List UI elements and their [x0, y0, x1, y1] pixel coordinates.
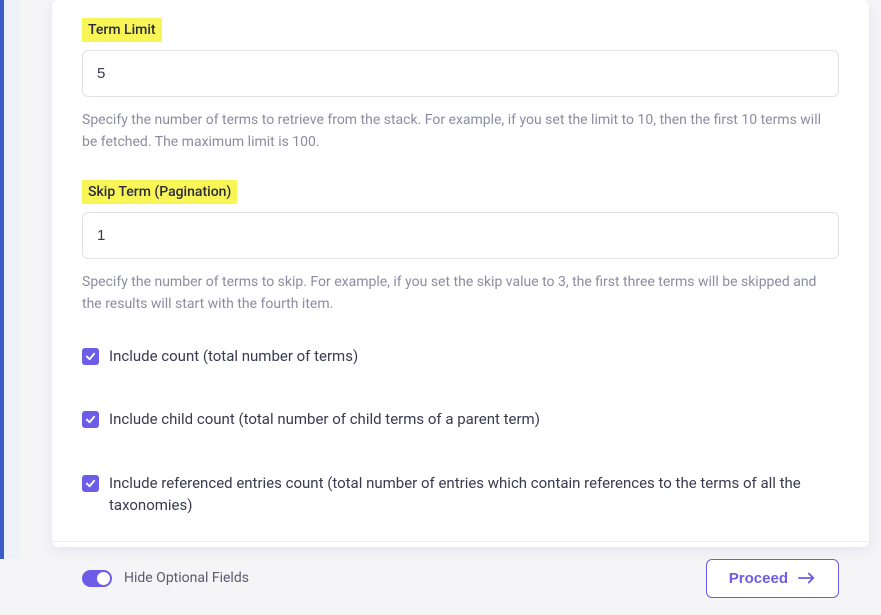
- include-ref-count-checkbox[interactable]: [82, 475, 99, 492]
- footer-bar: Hide Optional Fields Proceed: [52, 541, 869, 615]
- toggle-knob: [97, 572, 110, 585]
- toggle-optional-fields[interactable]: Hide Optional Fields: [82, 570, 249, 587]
- include-count-label: Include count (total number of terms): [109, 346, 358, 368]
- include-count-checkbox[interactable]: [82, 348, 99, 365]
- optional-fields-toggle[interactable]: [82, 570, 112, 587]
- include-child-count-row[interactable]: Include child count (total number of chi…: [82, 409, 839, 431]
- term-limit-label: Term Limit: [82, 18, 162, 42]
- term-limit-input[interactable]: [82, 50, 839, 97]
- include-child-count-label: Include child count (total number of chi…: [109, 409, 540, 431]
- form-area: Term Limit Specify the number of terms t…: [82, 10, 839, 541]
- proceed-button-label: Proceed: [729, 570, 788, 587]
- left-accent-bar: [0, 0, 20, 559]
- skip-term-input[interactable]: [82, 212, 839, 259]
- include-ref-count-label: Include referenced entries count (total …: [109, 473, 839, 517]
- skip-term-label: Skip Term (Pagination): [82, 180, 237, 204]
- skip-term-field: Skip Term (Pagination) Specify the numbe…: [82, 180, 839, 316]
- checkmark-icon: [85, 351, 96, 362]
- proceed-button[interactable]: Proceed: [706, 559, 839, 598]
- include-child-count-checkbox[interactable]: [82, 411, 99, 428]
- checkmark-icon: [85, 478, 96, 489]
- include-ref-count-row[interactable]: Include referenced entries count (total …: [82, 473, 839, 517]
- skip-term-helper: Specify the number of terms to skip. For…: [82, 271, 839, 316]
- checkmark-icon: [85, 414, 96, 425]
- arrow-right-icon: [798, 571, 816, 585]
- term-limit-helper: Specify the number of terms to retrieve …: [82, 109, 839, 154]
- include-count-row[interactable]: Include count (total number of terms): [82, 346, 839, 368]
- toggle-label: Hide Optional Fields: [124, 570, 249, 586]
- form-card: Term Limit Specify the number of terms t…: [52, 0, 869, 547]
- term-limit-field: Term Limit Specify the number of terms t…: [82, 18, 839, 154]
